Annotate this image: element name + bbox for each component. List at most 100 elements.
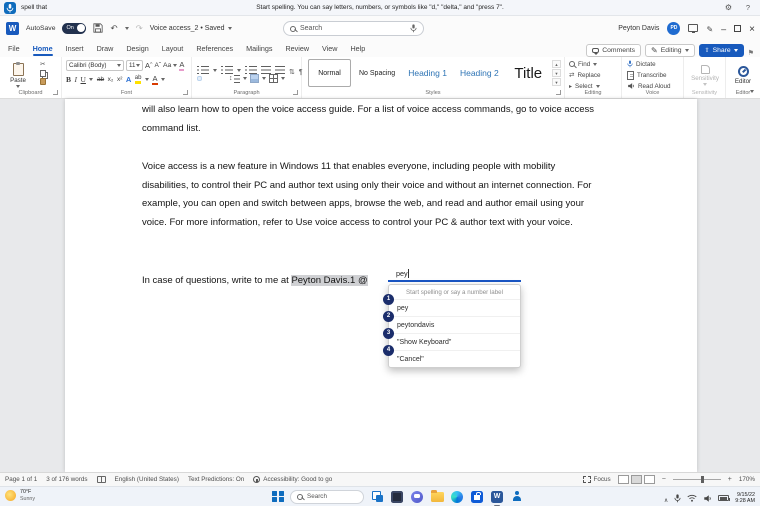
- decrease-indent-icon[interactable]: [261, 66, 271, 74]
- replace-button[interactable]: Replace: [569, 70, 601, 80]
- tab-insert[interactable]: Insert: [66, 40, 84, 57]
- styles-scroll-up-icon[interactable]: ▲: [552, 60, 561, 68]
- cut-icon[interactable]: [40, 60, 46, 69]
- voice-access-taskbar-button[interactable]: [510, 490, 524, 504]
- style-normal[interactable]: Normal: [308, 59, 351, 87]
- font-size-select[interactable]: 11: [126, 60, 143, 71]
- store-button[interactable]: [470, 490, 484, 504]
- autosave-toggle[interactable]: On: [62, 23, 86, 34]
- zoom-slider-thumb[interactable]: [701, 476, 704, 483]
- shading-chevron-icon[interactable]: [262, 77, 266, 80]
- italic-button[interactable]: [75, 75, 78, 84]
- widgets-button[interactable]: [390, 490, 404, 504]
- multilevel-list-icon[interactable]: [245, 66, 257, 74]
- language-indicator[interactable]: English (United States): [115, 476, 179, 483]
- document-text[interactable]: will also learn how to open the voice ac…: [142, 101, 602, 290]
- selected-text[interactable]: Peyton Davis.1 @: [291, 275, 367, 286]
- underline-button[interactable]: [81, 75, 86, 84]
- paragraph-dialog-launcher[interactable]: [293, 90, 298, 95]
- close-button[interactable]: [749, 19, 755, 37]
- suggestion-item-1[interactable]: 1 pey: [389, 299, 520, 316]
- style-title[interactable]: Title: [507, 59, 550, 87]
- zoom-level[interactable]: 170%: [739, 476, 755, 483]
- text-effects-icon[interactable]: [126, 75, 131, 84]
- highlight-chevron-icon[interactable]: [145, 78, 149, 81]
- tab-references[interactable]: References: [196, 40, 233, 57]
- clear-formatting-icon[interactable]: [179, 60, 184, 71]
- maximize-button[interactable]: [734, 25, 741, 32]
- line-spacing-icon[interactable]: [229, 75, 240, 83]
- tab-view[interactable]: View: [322, 40, 337, 57]
- focus-mode-button[interactable]: Focus: [583, 476, 611, 483]
- shading-icon[interactable]: [250, 74, 259, 83]
- change-case-chevron-icon[interactable]: [173, 64, 177, 67]
- web-layout-view-icon[interactable]: [644, 475, 655, 484]
- print-layout-view-icon[interactable]: [631, 475, 642, 484]
- borders-icon[interactable]: [269, 74, 278, 83]
- style-heading2[interactable]: Heading 2: [455, 59, 504, 87]
- task-view-button[interactable]: [370, 490, 384, 504]
- file-explorer-button[interactable]: [430, 490, 444, 504]
- align-center-button[interactable]: [205, 76, 210, 81]
- zoom-out-button[interactable]: [662, 476, 666, 483]
- page-indicator[interactable]: Page 1 of 1: [5, 476, 37, 483]
- suggestion-item-3[interactable]: 3 "Show Keyboard": [389, 333, 520, 350]
- microphone-icon[interactable]: [4, 2, 16, 14]
- numbered-list-chevron-icon[interactable]: [237, 69, 241, 72]
- align-right-button[interactable]: [213, 76, 218, 81]
- style-no-spacing[interactable]: No Spacing: [354, 59, 400, 87]
- tab-review[interactable]: Review: [285, 40, 309, 57]
- taskbar-weather-widget[interactable]: 70°F Sunny: [5, 489, 35, 502]
- borders-chevron-icon[interactable]: [281, 77, 285, 80]
- styles-dialog-launcher[interactable]: [556, 90, 561, 95]
- read-mode-view-icon[interactable]: [618, 475, 629, 484]
- search-box[interactable]: Search: [283, 21, 424, 36]
- spelling-input[interactable]: pey: [388, 267, 521, 282]
- edge-button[interactable]: [450, 490, 464, 504]
- tray-volume-icon[interactable]: [703, 494, 712, 503]
- chat-button[interactable]: [410, 490, 424, 504]
- tab-design[interactable]: Design: [126, 40, 148, 57]
- tab-help[interactable]: Help: [350, 40, 365, 57]
- accessibility-status[interactable]: Accessibility: Good to go: [253, 476, 332, 483]
- word-app-icon[interactable]: [6, 22, 19, 35]
- line-spacing-chevron-icon[interactable]: [243, 77, 247, 80]
- transcribe-button[interactable]: Transcribe: [627, 70, 667, 80]
- paragraph-2[interactable]: Voice access is a new feature in Windows…: [142, 158, 602, 232]
- font-dialog-launcher[interactable]: [183, 90, 188, 95]
- present-icon[interactable]: [688, 24, 698, 32]
- redo-icon[interactable]: [136, 23, 143, 34]
- user-name[interactable]: Peyton Davis: [618, 25, 659, 32]
- editing-mode-button[interactable]: Editing: [645, 44, 695, 57]
- avatar[interactable]: PD: [667, 22, 680, 35]
- bullet-list-chevron-icon[interactable]: [213, 69, 217, 72]
- strikethrough-button[interactable]: [97, 76, 104, 83]
- zoom-slider[interactable]: [673, 479, 721, 480]
- share-button[interactable]: Share: [699, 44, 744, 57]
- word-count[interactable]: 3 of 176 words: [46, 476, 87, 483]
- font-color-icon[interactable]: [152, 74, 157, 85]
- paragraph-3[interactable]: In case of questions, write to me at Pey…: [142, 272, 602, 291]
- tab-layout[interactable]: Layout: [162, 40, 184, 57]
- find-button[interactable]: Find: [569, 59, 597, 69]
- sensitivity-button[interactable]: Sensitivity: [688, 59, 722, 91]
- word-taskbar-button[interactable]: [490, 490, 504, 504]
- superscript-button[interactable]: [117, 76, 122, 83]
- subscript-button[interactable]: [108, 76, 114, 83]
- start-button[interactable]: [272, 491, 284, 503]
- undo-dropdown-chevron-icon[interactable]: [125, 27, 129, 30]
- style-heading1[interactable]: Heading 1: [403, 59, 452, 87]
- sort-icon[interactable]: [289, 61, 295, 79]
- collapse-ribbon-chevron-icon[interactable]: [750, 90, 754, 93]
- format-painter-icon[interactable]: [40, 78, 46, 85]
- editor-button[interactable]: Editor: [730, 59, 756, 91]
- suggestion-item-4[interactable]: 4 "Cancel": [389, 350, 520, 367]
- tray-datetime[interactable]: 9/15/22 9:28 AM: [735, 492, 755, 505]
- change-case-icon[interactable]: [163, 62, 171, 69]
- voice-help-icon[interactable]: [746, 0, 750, 16]
- zoom-in-button[interactable]: [728, 476, 732, 483]
- comments-button[interactable]: Comments: [586, 44, 641, 57]
- paragraph-1[interactable]: will also learn how to open the voice ac…: [142, 101, 602, 138]
- tab-home[interactable]: Home: [33, 40, 53, 57]
- tray-wifi-icon[interactable]: [687, 494, 697, 502]
